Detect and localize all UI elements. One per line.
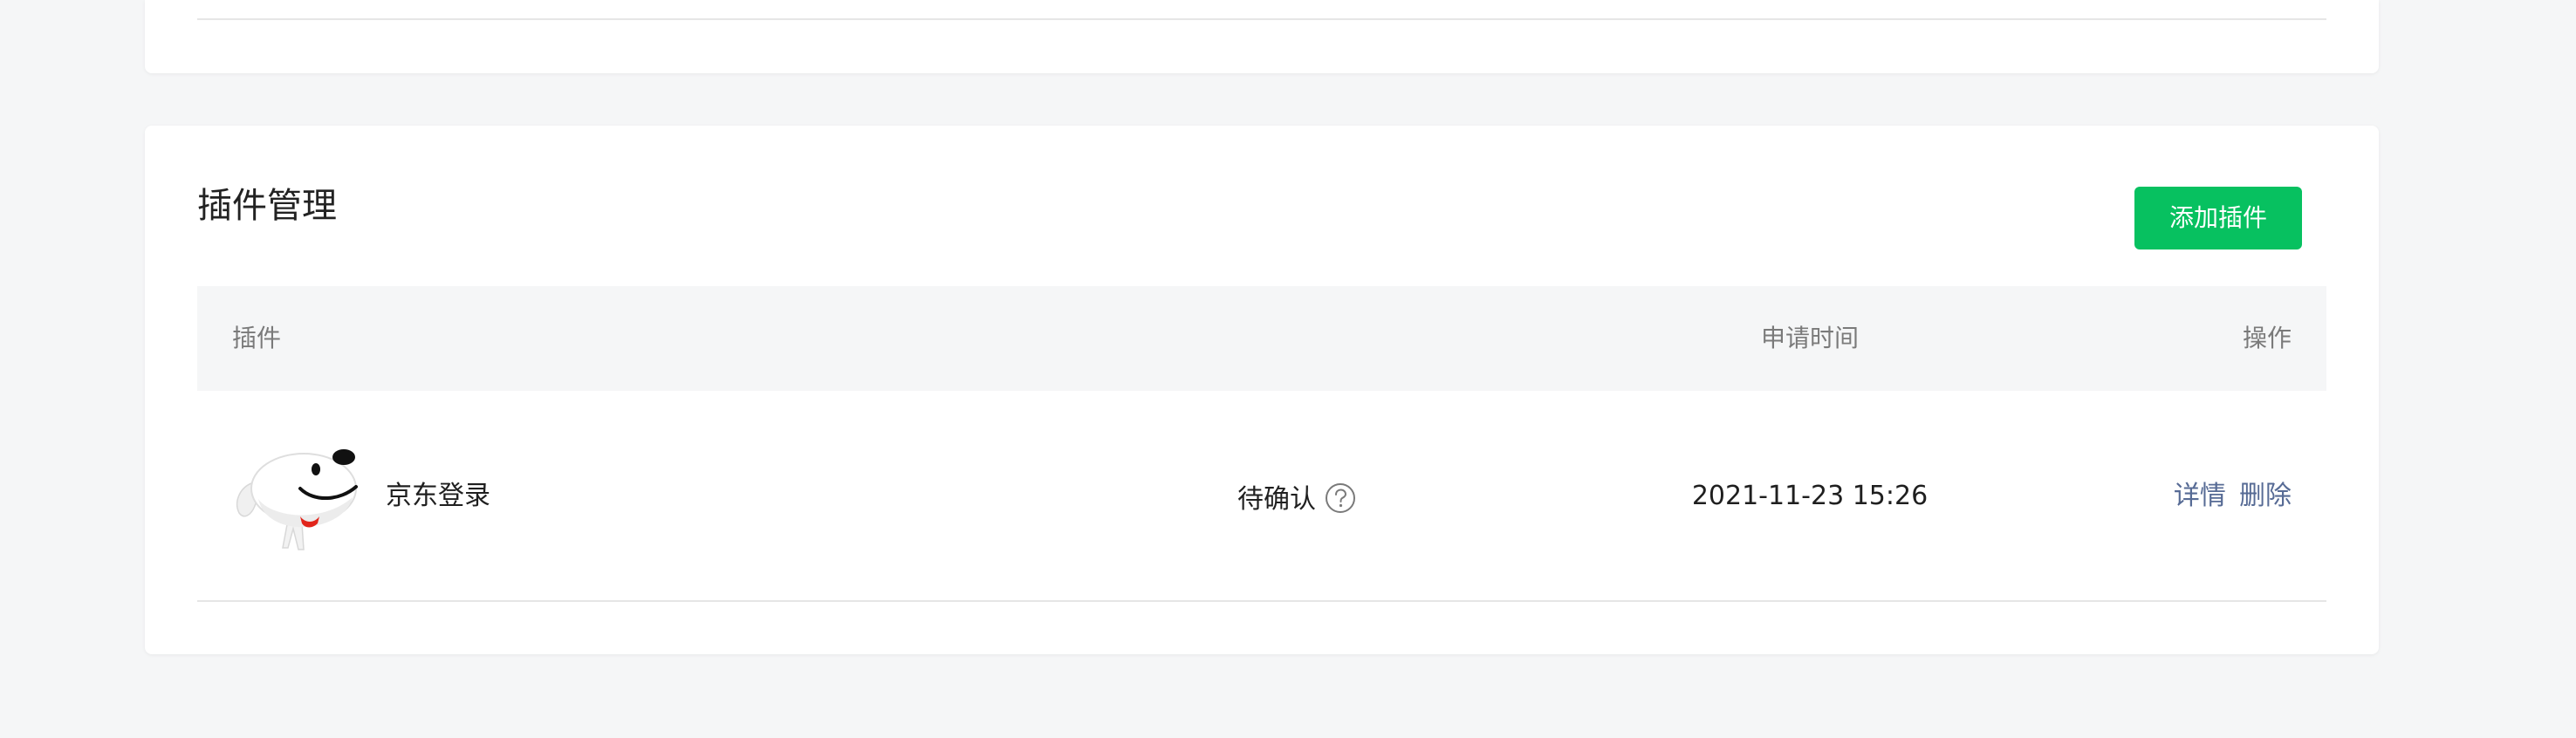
table-header: 插件 申请时间 操作 — [197, 286, 2326, 391]
jd-joy-mascot-icon — [232, 445, 361, 555]
table-row: 京东登录 待确认 2021-11-23 15:26 详情 删除 — [197, 391, 2326, 602]
add-plugin-button[interactable]: 添加插件 — [2134, 187, 2302, 249]
question-circle-icon[interactable] — [1325, 482, 1356, 514]
delete-link[interactable]: 删除 — [2239, 481, 2292, 511]
status-label: 待确认 — [1237, 484, 1316, 515]
plugin-management-card: 插件管理 添加插件 插件 申请时间 操作 京东登录 待确认 2021-11-23… — [145, 126, 2379, 654]
apply-time: 2021-11-23 15:26 — [1691, 481, 1929, 511]
row-actions: 详情 删除 — [2174, 391, 2292, 602]
column-header-action: 操作 — [2242, 324, 2292, 352]
column-header-plugin: 插件 — [232, 324, 282, 352]
section-divider — [197, 18, 2326, 20]
column-header-apply-time: 申请时间 — [1760, 324, 1859, 352]
detail-link[interactable]: 详情 — [2174, 481, 2226, 511]
previous-section-card — [145, 0, 2379, 73]
page-title: 插件管理 — [197, 186, 337, 226]
plugin-name: 京东登录 — [386, 481, 490, 511]
status-cell: 待确认 — [1237, 391, 1356, 602]
